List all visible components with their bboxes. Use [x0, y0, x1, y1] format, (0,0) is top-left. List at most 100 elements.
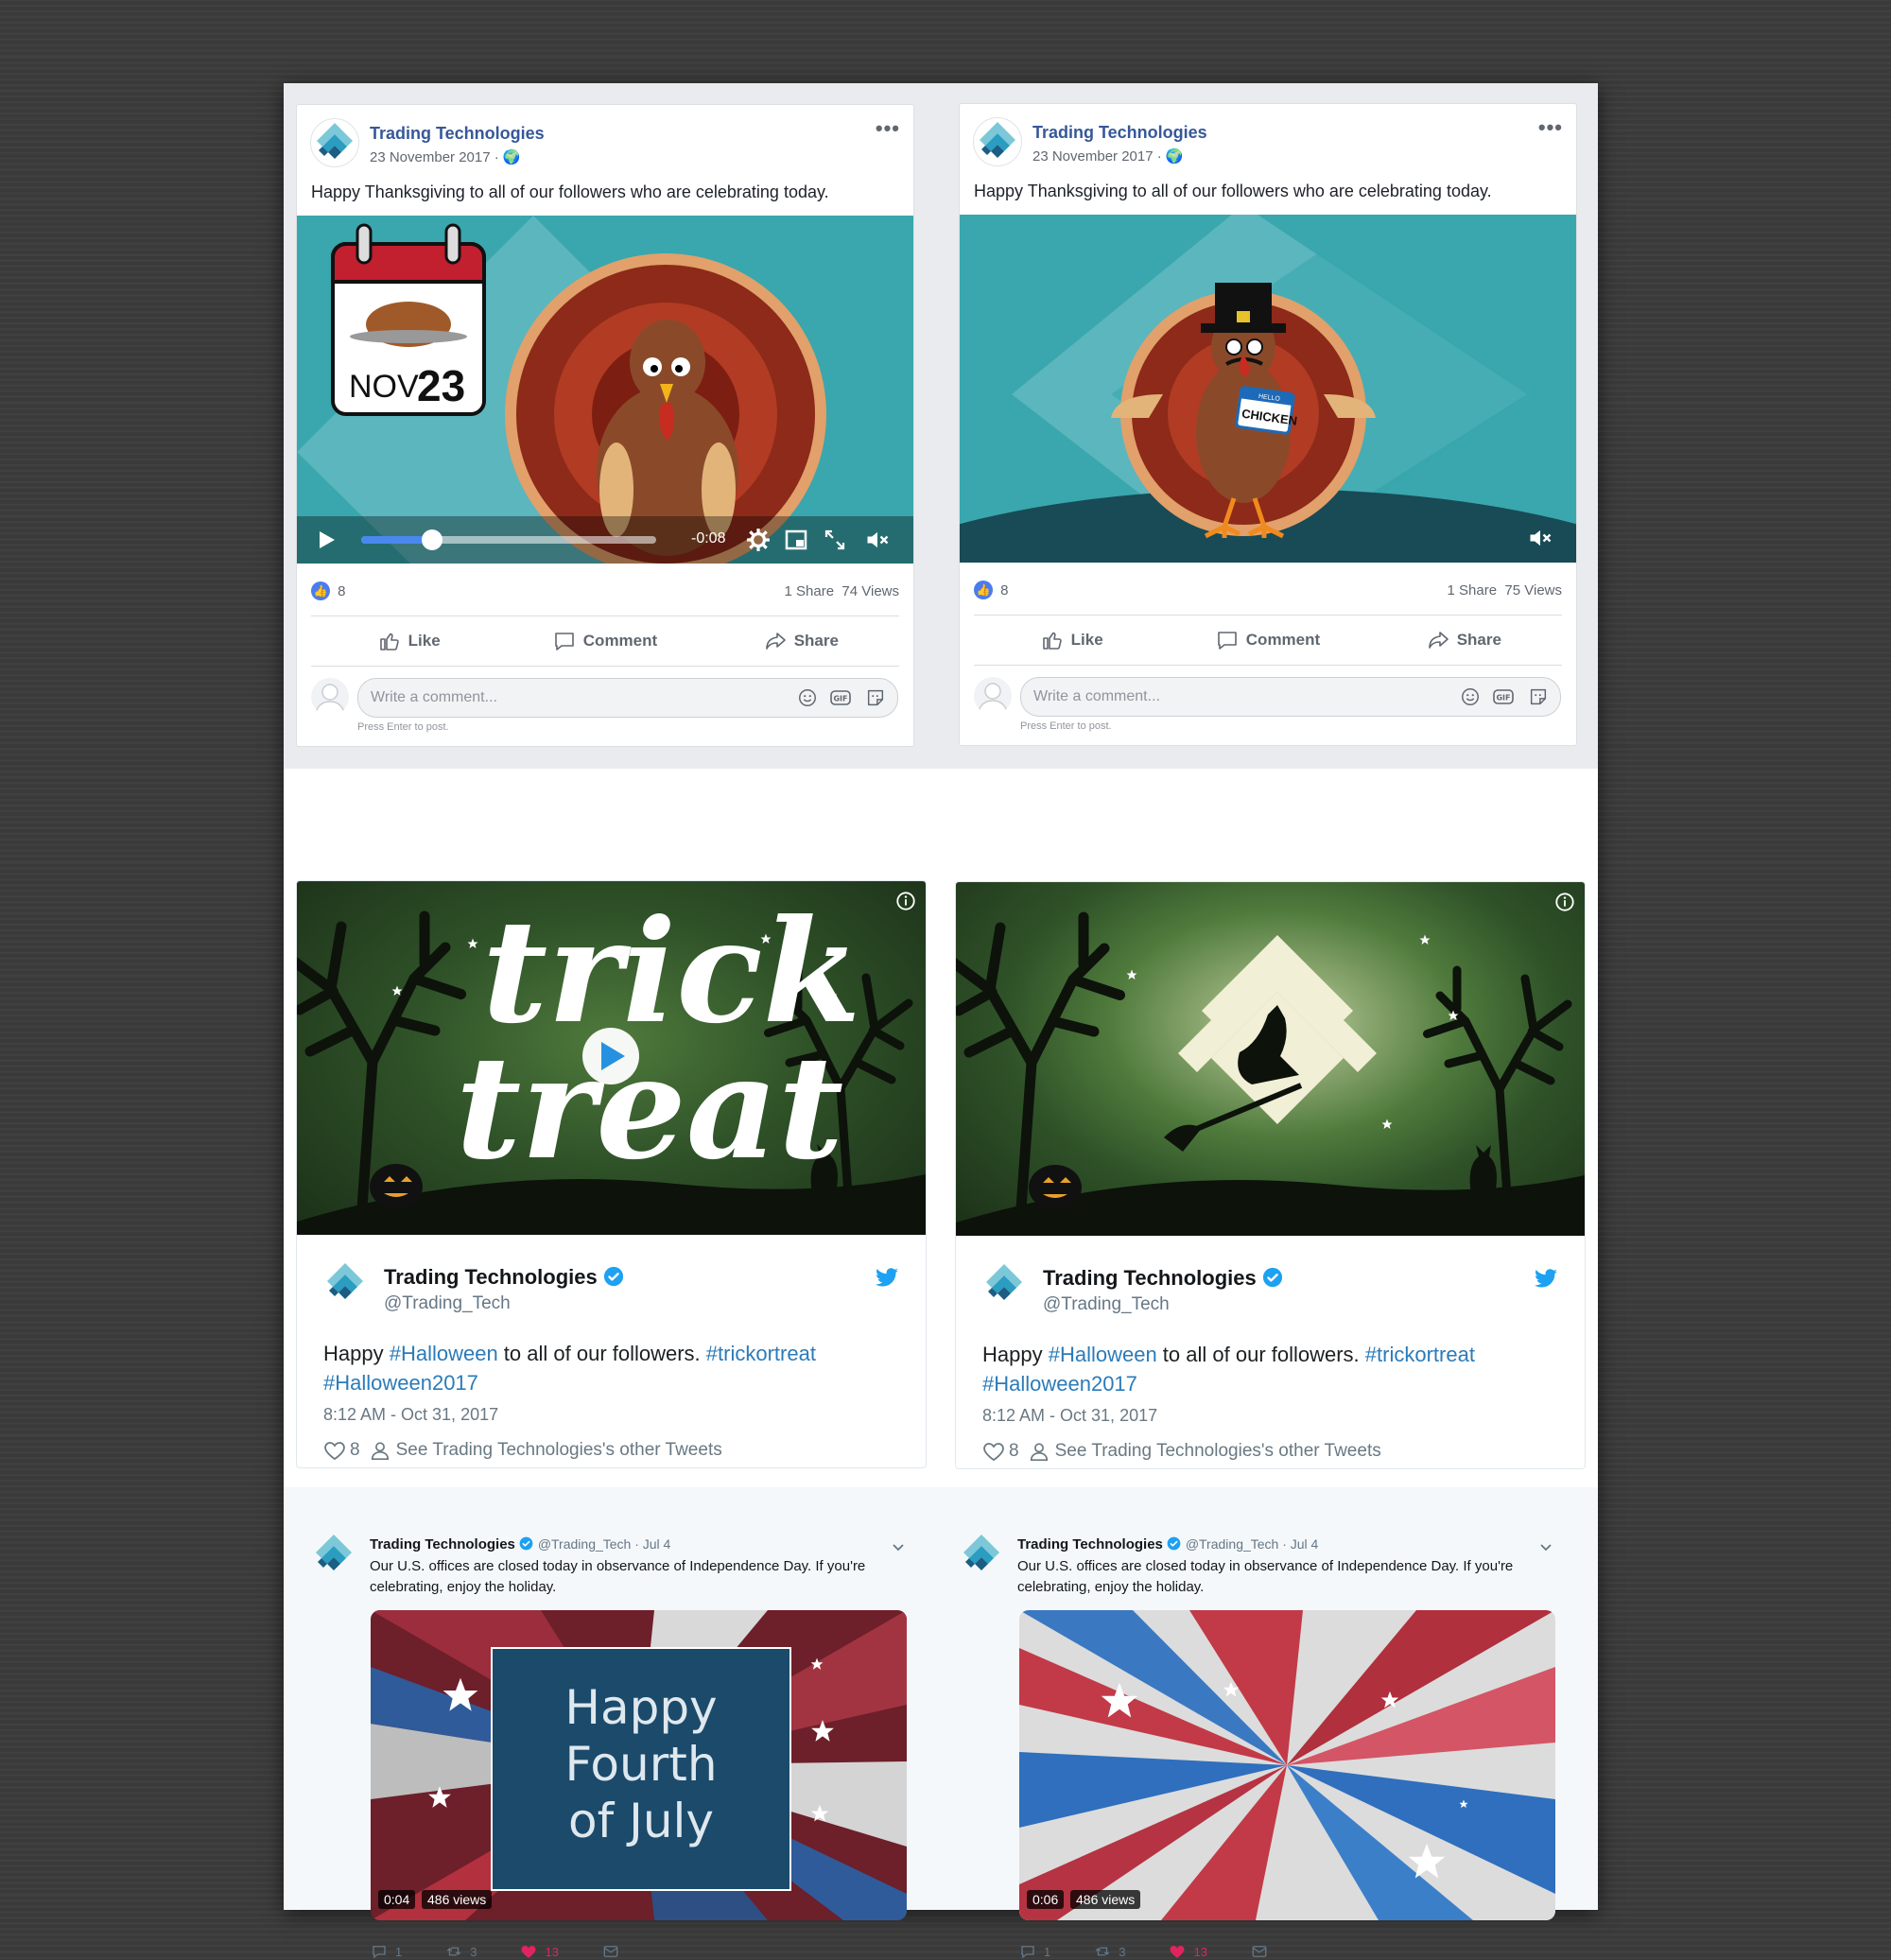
sticker-icon[interactable]: [1528, 686, 1549, 707]
share-count[interactable]: 1 Share: [1448, 582, 1498, 598]
tweet-text: Happy #Halloween to all of our followers…: [982, 1343, 1475, 1396]
avatar[interactable]: [310, 118, 359, 167]
hashtag-link[interactable]: #Halloween: [390, 1342, 498, 1365]
happy-fourth-video[interactable]: Happy Fourth of July 0:04 486 views: [371, 1610, 907, 1920]
retweet-icon[interactable]: [445, 1943, 462, 1960]
chevron-down-icon[interactable]: [1538, 1539, 1553, 1554]
post-date[interactable]: 23 November 2017 · 🌍: [370, 148, 521, 165]
like-count: 8: [1009, 1441, 1019, 1461]
like-button[interactable]: Like: [311, 616, 507, 666]
direct-message-icon[interactable]: [1251, 1943, 1268, 1960]
twitter-bird-icon[interactable]: [875, 1265, 899, 1290]
turkey-illustration: NOV 23: [297, 216, 913, 564]
comment-button[interactable]: Comment: [507, 616, 703, 666]
info-icon[interactable]: [895, 891, 916, 911]
hashtag-link[interactable]: #Halloween2017: [982, 1372, 1137, 1396]
share-icon: [764, 630, 787, 652]
comment-input[interactable]: Write a comment...: [357, 678, 898, 718]
heart-icon[interactable]: [520, 1943, 537, 1960]
like-count[interactable]: 8: [338, 583, 345, 599]
starburst-video[interactable]: 0:06 486 views: [1019, 1610, 1555, 1920]
like-button[interactable]: Like: [974, 616, 1170, 665]
retweet-icon[interactable]: [1094, 1943, 1111, 1960]
hashtag-link[interactable]: #Halloween: [1049, 1343, 1157, 1366]
tweet-timestamp[interactable]: 8:12 AM - Oct 31, 2017: [323, 1405, 498, 1425]
reply-icon[interactable]: [371, 1943, 388, 1960]
author-name[interactable]: Trading Technologies: [370, 124, 545, 144]
settings-gear-icon[interactable]: [746, 528, 771, 552]
fullscreen-icon[interactable]: [824, 529, 846, 551]
mute-icon[interactable]: [1527, 525, 1553, 551]
account-handle[interactable]: @Trading_Tech: [384, 1293, 511, 1314]
heart-icon[interactable]: [982, 1440, 1005, 1463]
like-reaction-icon[interactable]: 👍: [974, 581, 993, 599]
like-count: 8: [350, 1440, 360, 1460]
like-count[interactable]: 8: [1000, 582, 1008, 598]
emoji-icon[interactable]: [1460, 686, 1481, 707]
share-button[interactable]: Share: [1366, 616, 1562, 665]
handle-and-date[interactable]: @Trading_Tech · Jul 4: [1186, 1536, 1319, 1552]
handle-and-date[interactable]: @Trading_Tech · Jul 4: [538, 1536, 671, 1552]
other-tweets-link[interactable]: See Trading Technologies's other Tweets: [396, 1440, 722, 1461]
trick-or-treat-video[interactable]: trick treat: [297, 881, 926, 1235]
heart-icon[interactable]: [323, 1439, 346, 1462]
progress-track[interactable]: [361, 536, 656, 544]
share-icon: [1427, 629, 1449, 651]
timeline-tweet-fourth-of-july: Trading Technologies @Trading_Tech · Jul…: [284, 1487, 941, 1959]
starburst-background: [1019, 1610, 1555, 1920]
comment-input[interactable]: Write a comment...: [1020, 677, 1561, 717]
account-name[interactable]: Trading Technologies: [370, 1536, 515, 1552]
commenter-avatar: [311, 678, 349, 716]
play-icon[interactable]: [316, 529, 337, 550]
picture-in-picture-icon[interactable]: [785, 529, 807, 551]
hashtag-link[interactable]: #trickortreat: [1365, 1343, 1475, 1366]
account-name[interactable]: Trading Technologies: [1017, 1536, 1163, 1552]
thanksgiving-video[interactable]: NOV 23 -0:08: [297, 216, 913, 564]
share-button[interactable]: Share: [703, 616, 899, 666]
video-duration: 0:06: [1027, 1890, 1065, 1909]
hashtag-link[interactable]: #trickortreat: [706, 1342, 816, 1365]
pilgrim-turkey-illustration: HELLO CHICKEN: [960, 215, 1576, 563]
tweet-text: Happy #Halloween to all of our followers…: [323, 1342, 816, 1395]
twitter-bird-icon[interactable]: [1534, 1266, 1558, 1291]
heart-icon[interactable]: [1169, 1943, 1186, 1960]
avatar[interactable]: [973, 117, 1022, 166]
author-name[interactable]: Trading Technologies: [1032, 123, 1207, 143]
avatar[interactable]: [980, 1260, 1028, 1308]
mute-icon[interactable]: [864, 527, 891, 553]
emoji-icon[interactable]: [797, 687, 818, 708]
like-reaction-icon[interactable]: 👍: [311, 581, 330, 600]
hashtag-link[interactable]: #Halloween2017: [323, 1371, 478, 1395]
account-handle[interactable]: @Trading_Tech: [1043, 1294, 1170, 1315]
like-count: 13: [545, 1944, 559, 1959]
post-text: Happy Thanksgiving to all of our followe…: [974, 182, 1492, 200]
independence-day-tweets-section: Trading Technologies @Trading_Tech · Jul…: [284, 1487, 1598, 1959]
tweet-actions: 1 3 13: [1019, 1943, 1268, 1960]
tweet-timestamp[interactable]: 8:12 AM - Oct 31, 2017: [982, 1406, 1157, 1426]
reply-icon[interactable]: [1019, 1943, 1036, 1960]
comment-button[interactable]: Comment: [1170, 616, 1365, 665]
avatar[interactable]: [321, 1259, 369, 1307]
gif-icon[interactable]: [829, 686, 852, 709]
starburst-background: Happy Fourth of July: [371, 1610, 907, 1920]
sticker-icon[interactable]: [865, 687, 886, 708]
more-options-icon[interactable]: •••: [1538, 115, 1563, 140]
progress-handle[interactable]: [421, 529, 442, 550]
account-name[interactable]: Trading Technologies: [1043, 1266, 1283, 1291]
other-tweets-link[interactable]: See Trading Technologies's other Tweets: [1055, 1441, 1381, 1462]
witch-animation[interactable]: [956, 882, 1585, 1236]
more-options-icon[interactable]: •••: [876, 116, 900, 141]
avatar[interactable]: [310, 1531, 357, 1578]
pilgrim-turkey-animation[interactable]: HELLO CHICKEN: [960, 215, 1576, 563]
reaction-counts: 👍 8 1 Share 74 Views: [311, 581, 899, 610]
chevron-down-icon[interactable]: [891, 1539, 906, 1554]
avatar[interactable]: [958, 1531, 1005, 1578]
post-date[interactable]: 23 November 2017 · 🌍: [1032, 147, 1184, 165]
info-icon[interactable]: [1554, 892, 1575, 912]
tweet-header: Trading Technologies @Trading_Tech · Jul…: [1017, 1536, 1318, 1553]
account-name[interactable]: Trading Technologies: [384, 1265, 624, 1290]
gif-icon[interactable]: [1492, 685, 1515, 708]
share-count[interactable]: 1 Share: [785, 583, 835, 599]
direct-message-icon[interactable]: [602, 1943, 619, 1960]
embedded-tweet-witch: Trading Technologies @Trading_Tech Happy…: [955, 881, 1586, 1469]
